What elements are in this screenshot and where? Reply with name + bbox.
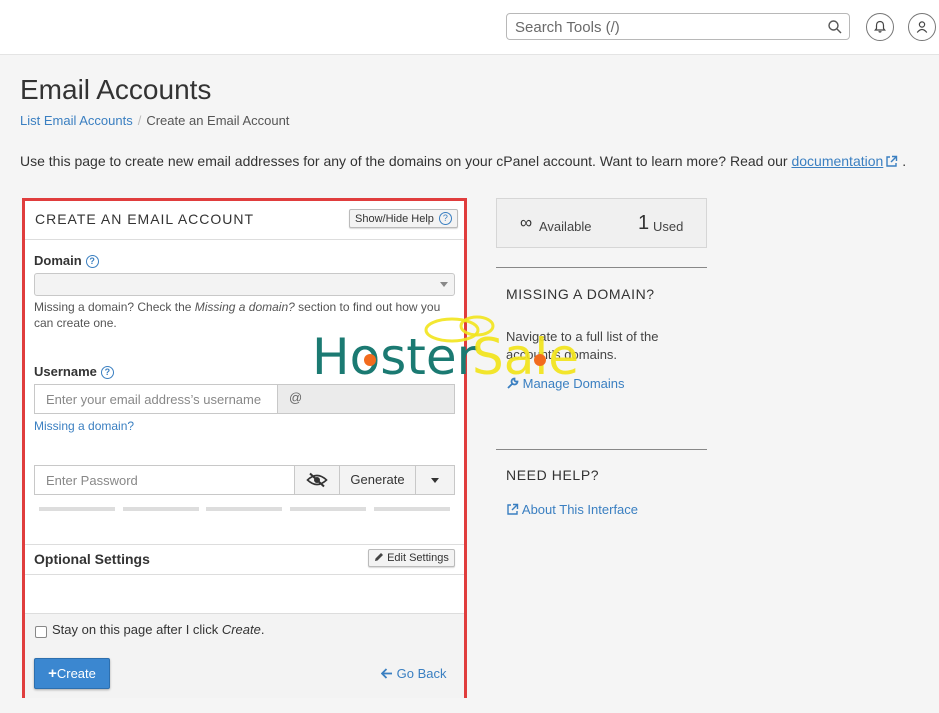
password-strength-segment [290, 507, 366, 511]
domain-label: Domain? [34, 253, 99, 268]
need-help-heading: NEED HELP? [506, 467, 600, 483]
username-input[interactable]: Enter your email address’s username [34, 384, 278, 414]
intro-text: Use this page to create new email addres… [20, 153, 907, 169]
missing-domain-heading: MISSING A DOMAIN? [506, 286, 655, 302]
external-link-icon [507, 503, 519, 515]
at-symbol: @ [289, 390, 303, 405]
stay-on-page-label: Stay on this page after I click Create. [52, 622, 265, 637]
password-strength-segment [123, 507, 199, 511]
available-label: Available [539, 219, 592, 234]
user-menu-button[interactable] [908, 13, 936, 41]
help-circle-icon: ? [438, 212, 452, 225]
panel-header: CREATE AN EMAIL ACCOUNT Show/Hide Help ? [25, 201, 464, 240]
section-divider [25, 544, 464, 545]
arrow-left-icon [380, 668, 392, 679]
username-help-icon[interactable]: ? [100, 366, 114, 379]
password-strength-segment [39, 507, 115, 511]
panel-title: CREATE AN EMAIL ACCOUNT [35, 211, 255, 227]
watermark-text-sale: Sale [472, 328, 579, 386]
bell-icon [874, 20, 886, 33]
password-strength-segment [206, 507, 282, 511]
generate-options-dropdown[interactable] [415, 465, 455, 495]
external-link-icon[interactable] [885, 155, 898, 168]
missing-domain-link[interactable]: Missing a domain? [34, 419, 134, 433]
breadcrumb-current: Create an Email Account [146, 113, 290, 128]
breadcrumb-list-email-accounts[interactable]: List Email Accounts [20, 113, 133, 128]
search-icon[interactable] [827, 19, 843, 35]
notifications-button[interactable] [866, 13, 894, 41]
documentation-link[interactable]: documentation [791, 153, 883, 169]
create-button[interactable]: +Create [34, 658, 110, 689]
edit-settings-button[interactable]: Edit Settings [368, 549, 455, 567]
create-email-account-panel: CREATE AN EMAIL ACCOUNT Show/Hide Help ?… [22, 198, 467, 698]
generate-password-button[interactable]: Generate [339, 465, 416, 495]
eye-slash-icon [306, 472, 328, 488]
user-icon [916, 21, 928, 33]
watermark-text-hoster: Hoster [312, 328, 478, 386]
search-input[interactable]: Search Tools (/) [506, 13, 850, 40]
used-count: 1 [638, 212, 650, 234]
breadcrumb-separator: / [137, 113, 142, 128]
plus-icon: + [48, 665, 57, 682]
password-input[interactable]: Enter Password [34, 465, 295, 495]
search-placeholder: Search Tools (/) [515, 19, 620, 36]
go-back-link[interactable]: Go Back [380, 666, 446, 681]
account-usage-stats: ∞ Available 1 Used [496, 198, 707, 248]
stay-on-page-checkbox[interactable] [35, 626, 47, 638]
breadcrumb: List Email Accounts / Create an Email Acco… [20, 113, 289, 128]
domain-select[interactable] [34, 273, 455, 296]
password-strength-segment [374, 507, 450, 511]
sidebar-divider [496, 267, 707, 268]
available-count: ∞ [520, 213, 533, 232]
page-title: Email Accounts [20, 74, 212, 105]
show-hide-help-button[interactable]: Show/Hide Help ? [349, 209, 458, 228]
top-bar: Search Tools (/) [0, 0, 939, 55]
used-label: Used [653, 219, 684, 234]
sidebar-divider [496, 449, 707, 450]
about-interface-link[interactable]: About This Interface [506, 502, 638, 517]
username-label: Username? [34, 364, 114, 379]
hostersale-watermark-logo: Hoster Sale [312, 315, 579, 386]
toggle-password-visibility-button[interactable] [294, 465, 340, 495]
pencil-icon [375, 553, 383, 561]
chevron-down-icon [440, 282, 448, 287]
section-divider [25, 574, 464, 575]
caret-down-icon [431, 478, 439, 484]
optional-settings-heading: Optional Settings [34, 551, 150, 567]
footer-divider [25, 613, 464, 614]
domain-help-icon[interactable]: ? [85, 255, 99, 268]
